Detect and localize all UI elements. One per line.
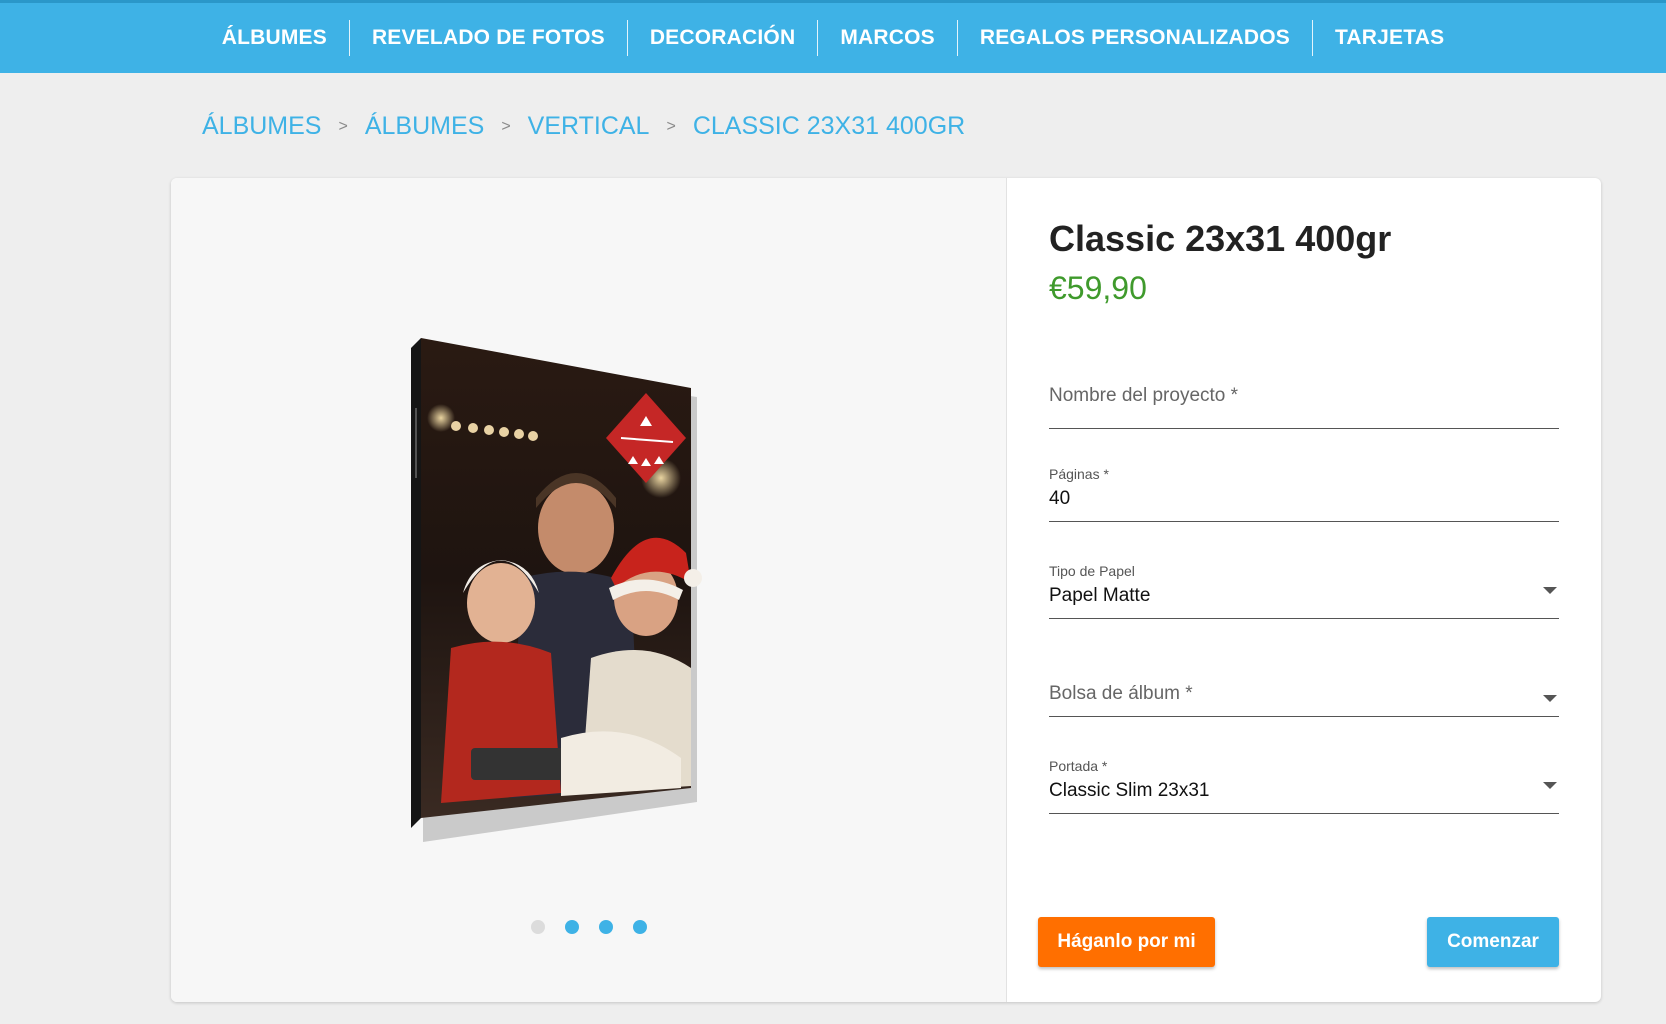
pages-field[interactable]: Páginas * 40: [1049, 466, 1559, 522]
breadcrumb-separator: >: [666, 117, 676, 135]
product-price: €59,90: [1049, 270, 1147, 306]
cover-select[interactable]: Portada * Classic Slim 23x31: [1049, 758, 1559, 814]
top-navigation: ÁLBUMES REVELADO DE FOTOS DECORACIÓN MAR…: [0, 0, 1666, 73]
nav-item-revelado-de-fotos[interactable]: REVELADO DE FOTOS: [350, 20, 627, 56]
album-cover-image[interactable]: [411, 338, 711, 858]
pages-value: 40: [1049, 488, 1071, 509]
nav-item-tarjetas[interactable]: TARJETAS: [1313, 20, 1466, 56]
carousel-dot-4[interactable]: [633, 920, 647, 934]
breadcrumb: ÁLBUMES > ÁLBUMES > VERTICAL > CLASSIC 2…: [202, 112, 965, 141]
nav-divider: [1311, 20, 1313, 56]
nav-item-regalos-personalizados[interactable]: REGALOS PERSONALIZADOS: [958, 20, 1312, 56]
nav-item-decoracion[interactable]: DECORACIÓN: [628, 20, 818, 56]
carousel-dot-3[interactable]: [599, 920, 613, 934]
album-bag-select[interactable]: Bolsa de álbum *: [1049, 683, 1559, 717]
nav-divider: [348, 20, 350, 56]
chevron-down-icon: [1543, 782, 1557, 789]
paper-type-label: Tipo de Papel: [1049, 563, 1135, 579]
breadcrumb-item-albumes[interactable]: ÁLBUMES: [202, 112, 321, 141]
carousel-dot-1[interactable]: [531, 920, 545, 934]
project-name-placeholder: Nombre del proyecto *: [1049, 385, 1239, 406]
project-name-field[interactable]: Nombre del proyecto *: [1049, 385, 1559, 429]
nav-item-marcos[interactable]: MARCOS: [818, 20, 957, 56]
breadcrumb-item-albumes-sub[interactable]: ÁLBUMES: [365, 112, 484, 141]
nav-divider: [817, 20, 819, 56]
nav-divider: [626, 20, 628, 56]
cover-label: Portada *: [1049, 758, 1108, 774]
product-card: Classic 23x31 400gr €59,90 Nombre del pr…: [171, 178, 1601, 1002]
album-bag-placeholder: Bolsa de álbum *: [1049, 683, 1193, 704]
paper-type-select[interactable]: Tipo de Papel Papel Matte: [1049, 563, 1559, 619]
product-details: Classic 23x31 400gr €59,90 Nombre del pr…: [1049, 178, 1559, 1002]
breadcrumb-item-current[interactable]: CLASSIC 23X31 400GR: [693, 112, 965, 141]
start-button[interactable]: Comenzar: [1427, 917, 1559, 967]
nav-divider: [956, 20, 958, 56]
product-title: Classic 23x31 400gr: [1049, 218, 1392, 259]
product-gallery: [171, 178, 1007, 1002]
chevron-down-icon: [1543, 695, 1557, 702]
nav-item-albumes[interactable]: ÁLBUMES: [200, 20, 349, 56]
breadcrumb-item-vertical[interactable]: VERTICAL: [528, 112, 650, 141]
cover-value: Classic Slim 23x31: [1049, 780, 1210, 801]
paper-type-value: Papel Matte: [1049, 585, 1151, 606]
carousel-dot-2[interactable]: [565, 920, 579, 934]
chevron-down-icon: [1543, 587, 1557, 594]
carousel-dots: [531, 920, 647, 934]
breadcrumb-separator: >: [338, 117, 348, 135]
pages-label: Páginas *: [1049, 466, 1109, 482]
breadcrumb-separator: >: [501, 117, 511, 135]
do-it-for-me-button[interactable]: Háganlo por mi: [1038, 917, 1215, 967]
